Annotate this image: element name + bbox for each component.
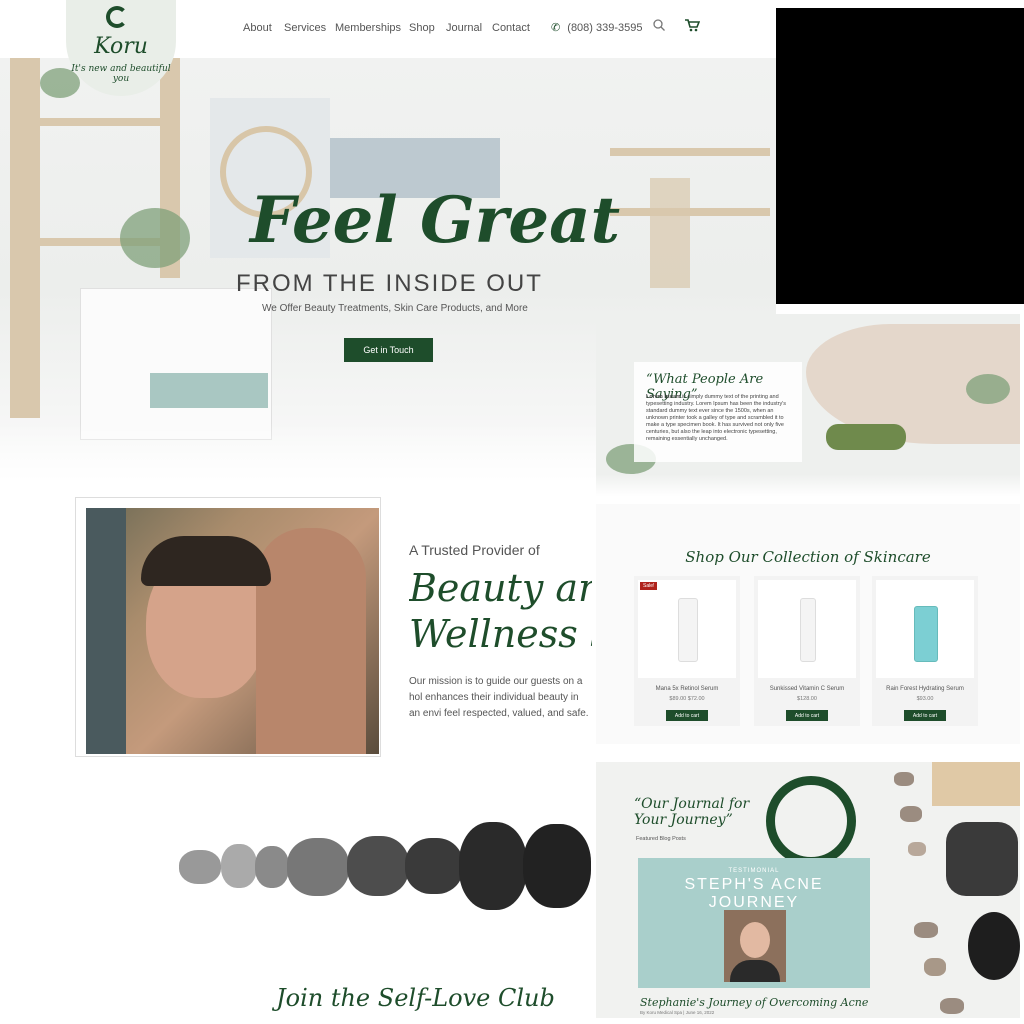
koru-logo-icon [766, 776, 856, 866]
nav-about[interactable]: About [243, 22, 272, 34]
testimonial-card: “What People Are Saying” Lorem Ipsum is … [634, 362, 802, 462]
get-in-touch-button[interactable]: Get in Touch [344, 338, 433, 362]
plant [120, 208, 190, 268]
chair-cushion [150, 373, 268, 408]
phone-number: (808) 339-3595 [567, 22, 643, 34]
blog-post-card[interactable]: TESTIMONIAL STEPH'S ACNE JOURNEY [638, 858, 870, 988]
pebble [914, 922, 938, 938]
shop-section: Shop Our Collection of Skincare Sale! Ma… [596, 504, 1020, 744]
product-image[interactable] [638, 580, 736, 678]
hero-description: We Offer Beauty Treatments, Skin Care Pr… [262, 303, 528, 314]
add-to-cart-button[interactable]: Add to cart [786, 710, 828, 721]
wood-shelf [610, 208, 770, 216]
testimonial-text: Lorem Ipsum is simply dummy text of the … [646, 394, 794, 443]
blog-author-photo [724, 910, 786, 982]
loofah-sponge [932, 762, 1020, 806]
product-price: $89.00 $72.00 [669, 696, 705, 702]
face [740, 922, 770, 958]
stone [347, 836, 409, 896]
brand-logo[interactable]: Koru It's new and beautiful you [66, 0, 176, 96]
cart-icon[interactable] [684, 18, 701, 37]
wood-shelf [610, 148, 770, 156]
product-name[interactable]: Rain Forest Hydrating Serum [872, 686, 978, 692]
pebble [900, 806, 922, 822]
jade-roller [826, 424, 906, 450]
massage-brush [968, 912, 1020, 980]
stone [255, 846, 289, 888]
pebble [908, 842, 926, 856]
product-name[interactable]: Sunkissed Vitamin C Serum [754, 686, 860, 692]
wood-shelf [650, 178, 690, 288]
self-love-club-title: Join the Self-Love Club [276, 984, 555, 1012]
nav-memberships[interactable]: Memberships [335, 22, 401, 34]
stone [287, 838, 349, 896]
blog-category: TESTIMONIAL [728, 868, 780, 874]
portrait-image [86, 508, 379, 754]
about-pretitle: A Trusted Provider of [409, 542, 540, 558]
product-price: $93.00 [916, 696, 934, 702]
blog-post-title[interactable]: Stephanie's Journey of Overcoming Acne [640, 996, 868, 1009]
pebble [894, 772, 914, 786]
shirt [730, 960, 780, 982]
nav-contact[interactable]: Contact [492, 22, 530, 34]
about-body: Our mission is to guide our guests on a … [409, 676, 589, 719]
torn-edge [596, 474, 1020, 496]
nav-services[interactable]: Services [284, 22, 326, 34]
testimonial-body: is simply dummy text of the printing and… [646, 394, 787, 442]
stone [459, 822, 527, 910]
charcoal-sponge [946, 822, 1018, 896]
koru-logo-icon [106, 6, 128, 28]
eucalyptus-leaf [966, 374, 1010, 404]
blog-post-meta: By Koru Medical Spa | June 16, 2022 [640, 1010, 715, 1015]
sale-badge: Sale! [640, 582, 658, 590]
product-image[interactable] [876, 580, 974, 678]
journal-subtitle: Featured Blog Posts [636, 836, 686, 842]
about-title: Beauty and Wellness Se [409, 566, 592, 656]
wood-shelf [40, 118, 170, 126]
blog-card-headline: STEPH'S ACNE JOURNEY [684, 876, 824, 911]
brand-name: Koru [94, 34, 148, 59]
stone [221, 844, 257, 888]
pebble [940, 998, 964, 1014]
add-to-cart-button[interactable]: Add to cart [904, 710, 946, 721]
stone [523, 824, 591, 908]
product-card[interactable]: Rain Forest Hydrating Serum $93.00 Add t… [872, 576, 978, 726]
nav-shop[interactable]: Shop [409, 22, 435, 34]
phone-icon: ✆ [551, 22, 561, 34]
serum-bottle [800, 598, 816, 662]
product-card[interactable]: Sale! Mana 5x Retinol Serum $89.00 $72.0… [634, 576, 740, 726]
hero-subtitle: FROM THE INSIDE OUT [236, 270, 543, 297]
product-image[interactable] [758, 580, 856, 678]
product-name[interactable]: Mana 5x Retinol Serum [634, 686, 740, 692]
wood-shelf [10, 58, 40, 418]
shop-title: Shop Our Collection of Skincare [685, 548, 931, 566]
serum-bottle [914, 606, 938, 662]
serum-bottle [678, 598, 698, 662]
stones-image [175, 820, 595, 912]
stone [405, 838, 463, 894]
wicker-chair [80, 288, 272, 440]
search-icon[interactable] [652, 18, 666, 37]
product-price: $128.00 [797, 696, 817, 702]
testimonial-lead: Lorem Ipsum [646, 394, 681, 400]
journal-title: “Our Journal for Your Journey” [634, 796, 750, 828]
product-card[interactable]: Sunkissed Vitamin C Serum $128.00 Add to… [754, 576, 860, 726]
hair [141, 536, 271, 586]
phone-link[interactable]: ✆ (808) 339-3595 [551, 21, 643, 34]
pebble [924, 958, 946, 976]
portrait-frame [75, 497, 381, 757]
black-panel [776, 8, 1024, 304]
add-to-cart-button[interactable]: Add to cart [666, 710, 708, 721]
testimonial-section: “What People Are Saying” Lorem Ipsum is … [596, 314, 1020, 496]
nav-journal[interactable]: Journal [446, 22, 482, 34]
hero-title: Feel Great [250, 183, 621, 258]
journal-section: “Our Journal for Your Journey” Featured … [596, 762, 1020, 1018]
stone [179, 850, 221, 884]
doorway [86, 508, 126, 754]
brand-tagline: It's new and beautiful you [71, 64, 171, 84]
raised-arm [256, 528, 366, 754]
